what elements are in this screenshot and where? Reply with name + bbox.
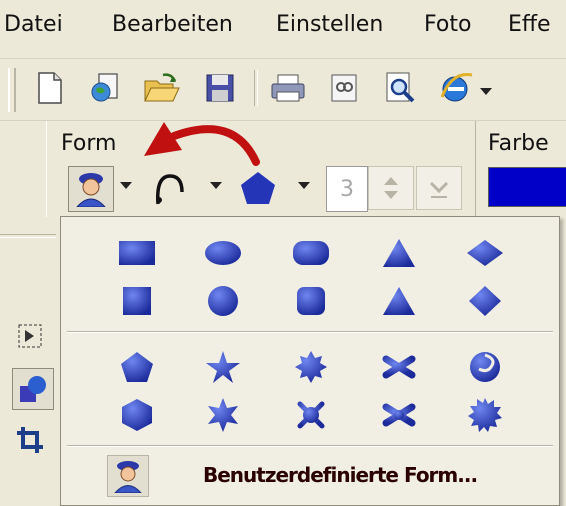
menu-divider [67, 445, 553, 447]
shape-ellipse[interactable] [195, 231, 251, 275]
crop-icon [17, 427, 43, 453]
shape-star-8[interactable] [283, 345, 339, 389]
shape-triangle[interactable] [371, 231, 427, 275]
chevron-down-icon[interactable] [210, 182, 222, 189]
custom-shape-label: Benutzerdefinierte Form... [203, 463, 478, 487]
open-folder-button[interactable] [142, 68, 182, 108]
shape-asterisk[interactable] [371, 345, 427, 389]
internet-explorer-icon [440, 72, 473, 102]
shape-star-12[interactable] [283, 393, 339, 437]
circle-icon [208, 286, 238, 316]
shape-dropdown-menu: Benutzerdefinierte Form... [60, 216, 560, 506]
asterisk-6-icon [382, 397, 416, 433]
open-folder-icon [144, 73, 180, 102]
custom-shape-menu-item[interactable]: Benutzerdefinierte Form... [65, 449, 555, 501]
farbe-group: Farbe [475, 121, 566, 217]
person-shape-icon [114, 461, 142, 493]
shape-pentagon[interactable] [109, 345, 165, 389]
updown-icon [384, 177, 398, 199]
rectangle-icon [119, 241, 155, 265]
farbe-label: Farbe [488, 131, 549, 156]
red-arrow-annotation [144, 122, 260, 166]
chevron-down-icon [429, 181, 449, 198]
menu-foto[interactable]: Foto [424, 12, 471, 37]
selection-tool[interactable] [14, 320, 46, 352]
open-web-button[interactable] [86, 68, 126, 108]
burst-icon [468, 398, 502, 432]
pentagon-icon [121, 352, 153, 382]
rounded-rectangle-icon [293, 241, 329, 265]
print-button[interactable] [268, 68, 308, 108]
shape-rounded-rectangle[interactable] [283, 231, 339, 275]
selection-rectangle-icon [18, 324, 42, 348]
menu-bearbeiten[interactable]: Bearbeiten [112, 12, 233, 37]
menu-datei[interactable]: Datei [4, 12, 63, 37]
shape-star-6[interactable] [195, 393, 251, 437]
internet-explorer-button[interactable] [436, 68, 476, 108]
menu-bar: Datei Bearbeiten Einstellen Foto Effe [0, 0, 566, 59]
hexagon-icon [122, 399, 152, 431]
new-document-button[interactable] [30, 68, 70, 108]
new-document-icon [38, 72, 62, 104]
menu-einstellen[interactable]: Einstellen [276, 12, 383, 37]
menu-effekte[interactable]: Effe [508, 12, 551, 37]
print-preview-icon [386, 72, 415, 103]
toolbar-separator [254, 70, 258, 106]
printer-icon [271, 74, 305, 102]
shape-triangle-2[interactable] [371, 279, 427, 323]
web-document-icon [91, 73, 118, 102]
print-preview-button[interactable] [380, 68, 420, 108]
star-12-icon [293, 397, 329, 433]
floppy-disk-icon [206, 74, 234, 102]
shape-hexagon[interactable] [109, 393, 165, 437]
shape-tool[interactable] [12, 368, 54, 410]
spin-updown-button[interactable] [368, 166, 414, 210]
star-8-icon [295, 351, 327, 383]
rounded-square-icon [297, 287, 325, 315]
main-toolbar [0, 60, 566, 121]
custom-shape-button[interactable] [68, 166, 114, 212]
spin-dropdown-button[interactable] [416, 166, 462, 210]
shape-rectangle[interactable] [109, 231, 165, 275]
shape-asterisk-6[interactable] [371, 393, 427, 437]
ellipse-icon [205, 241, 241, 265]
star-icon [206, 351, 240, 383]
menu-divider [67, 331, 553, 333]
asterisk-icon [382, 349, 416, 385]
chevron-down-icon[interactable] [298, 182, 310, 189]
custom-shape-item-icon-box [107, 455, 149, 497]
person-shape-icon [76, 173, 106, 207]
star-6-icon [208, 398, 238, 432]
save-button[interactable] [200, 68, 240, 108]
shapes-icon [20, 376, 46, 402]
triangle-icon [383, 239, 415, 267]
scanner-icon [331, 74, 357, 102]
chevron-down-icon[interactable] [480, 88, 492, 95]
spin-value-field[interactable]: 3 [326, 166, 368, 212]
crop-tool[interactable] [14, 424, 46, 456]
shape-diamond[interactable] [457, 231, 513, 275]
diamond-icon [469, 286, 501, 316]
triangle-icon [383, 287, 415, 315]
toolbar-grip[interactable] [8, 68, 16, 112]
shape-diamond-2[interactable] [457, 279, 513, 323]
square-icon [123, 287, 151, 315]
panel-separator [0, 234, 56, 238]
left-tool-panel [0, 222, 60, 504]
shape-burst[interactable] [457, 393, 513, 437]
scan-button[interactable] [324, 68, 364, 108]
shape-square[interactable] [109, 279, 165, 323]
color-swatch[interactable] [488, 167, 566, 207]
spiral-icon [470, 352, 500, 382]
chevron-down-icon[interactable] [120, 182, 132, 189]
shape-circle[interactable] [195, 279, 251, 323]
form-label: Form [61, 131, 117, 156]
spin-buttons [368, 166, 464, 210]
diamond-icon [467, 240, 503, 266]
shape-spiral[interactable] [457, 345, 513, 389]
shape-rounded-square[interactable] [283, 279, 339, 323]
shape-star-5[interactable] [195, 345, 251, 389]
